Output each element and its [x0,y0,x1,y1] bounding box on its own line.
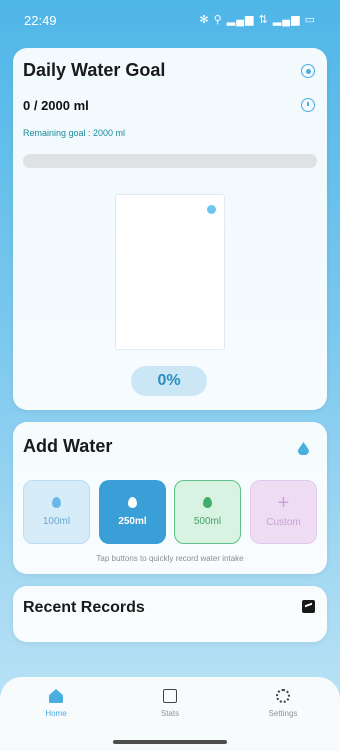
quick-add-buttons: 100ml 250ml 500ml + Custom [23,480,317,544]
nav-stats[interactable]: Stats [130,689,210,718]
clock-icon[interactable] [301,98,315,112]
nav-settings-label: Settings [268,709,298,718]
water-drop-icon [203,497,212,508]
plus-icon: + [277,492,290,514]
goal-title: Daily Water Goal [23,60,166,80]
button-label: 100ml [42,516,71,527]
recent-records-card: Recent Records [13,586,327,642]
button-label: Custom [266,517,301,528]
nav-settings[interactable]: Settings [243,689,323,718]
daily-goal-card: Daily Water Goal 0 / 2000 ml Remaining g… [13,48,327,410]
target-icon[interactable] [301,64,315,78]
add-100ml-button[interactable]: 100ml [23,480,90,544]
status-icons: ✻ ⚲ ▂▄▆ ⇅ ▂▄▆ ▭ [199,14,316,26]
goal-progress-bar [23,154,317,168]
gear-icon [276,689,290,703]
add-custom-button[interactable]: + Custom [250,480,317,544]
nav-home-label: Home [45,709,67,718]
goal-amount: 0 / 2000 ml [23,98,89,113]
water-drop-icon [207,205,216,214]
home-icon [49,689,63,703]
add-water-card: Add Water 100ml 250ml 500ml + Custom Tap… [13,422,327,574]
add-250ml-button[interactable]: 250ml [99,480,166,544]
water-drop-icon [52,497,61,508]
water-drop-icon [298,442,309,455]
status-time: 22:49 [24,13,57,28]
quick-add-hint: Tap buttons to quickly record water inta… [96,554,244,563]
stats-icon [163,689,177,703]
add-water-title: Add Water [23,436,113,456]
nav-stats-label: Stats [160,709,180,718]
water-drop-icon [128,497,137,508]
recent-records-title: Recent Records [23,599,145,616]
percent-badge: 0% [131,366,207,396]
button-label: 500ml [193,516,222,527]
add-500ml-button[interactable]: 500ml [174,480,241,544]
goal-remaining: Remaining goal : 2000 ml [23,128,126,138]
chart-icon[interactable] [302,600,315,613]
water-glass [115,194,225,350]
nav-home[interactable]: Home [16,689,96,718]
button-label: 250ml [118,516,147,527]
home-indicator[interactable] [113,740,227,744]
status-bar: 22:49 ✻ ⚲ ▂▄▆ ⇅ ▂▄▆ ▭ [0,0,340,40]
